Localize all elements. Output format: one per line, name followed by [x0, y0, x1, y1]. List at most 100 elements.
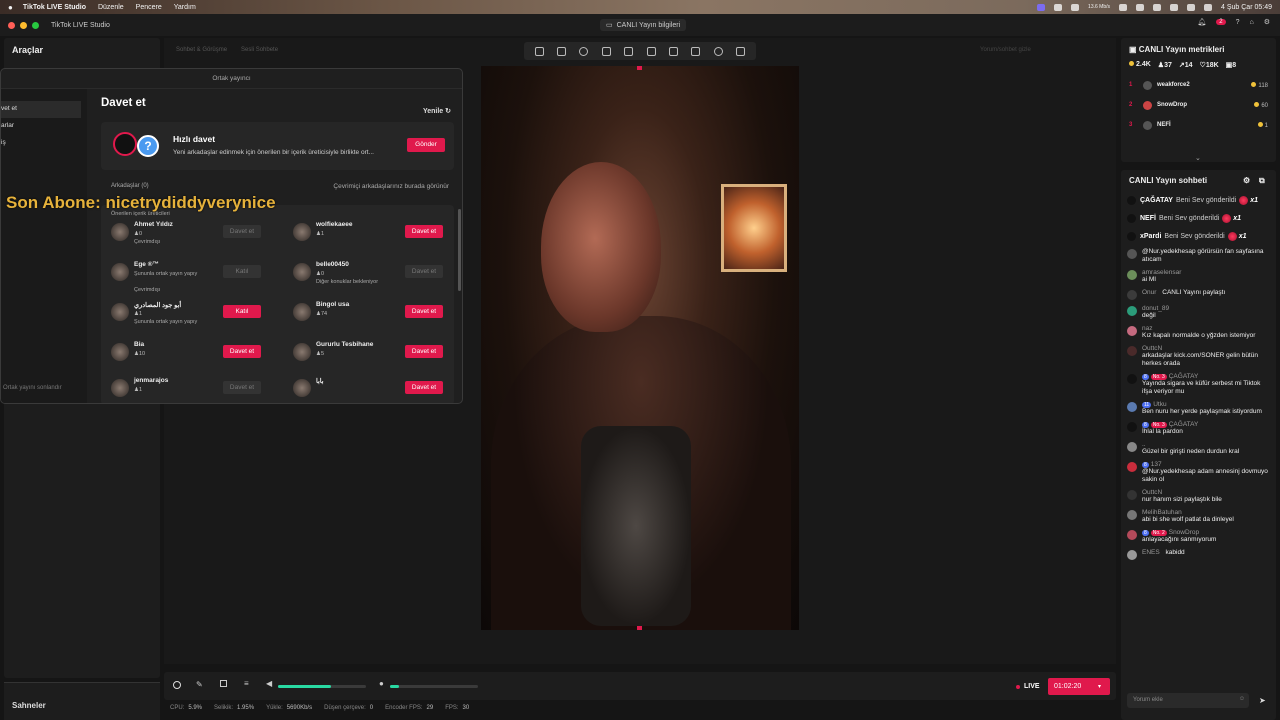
refresh-button[interactable]: Yenile ↻: [423, 107, 451, 115]
apple-icon[interactable]: ●: [8, 3, 13, 12]
menu-window[interactable]: Pencere: [136, 4, 162, 11]
invite-button[interactable]: Davet et: [223, 345, 261, 358]
tray-icon[interactable]: [1054, 3, 1063, 11]
invite-button[interactable]: Davet et: [405, 345, 443, 358]
avatar: [293, 263, 311, 281]
chat-message[interactable]: 8 137 @Nur.yedekhesap adam annesinj dovmu…: [1121, 458, 1276, 486]
align-bottom-icon[interactable]: [691, 46, 701, 56]
chat-message[interactable]: MelihBatuhan abi bi she wolf patlat da d…: [1121, 506, 1276, 526]
top-handle[interactable]: [637, 66, 642, 70]
rank-name: weakforce2: [1157, 82, 1190, 88]
chat-message[interactable]: 8 No. 2 SnowDrop anlayacağını sanmıyorum: [1121, 526, 1276, 546]
trash-icon[interactable]: [736, 46, 746, 56]
wifi-icon[interactable]: [1170, 3, 1179, 11]
control-center-icon[interactable]: [1204, 3, 1213, 11]
send-button[interactable]: Gönder: [407, 138, 445, 152]
mixer-icon[interactable]: ≡: [244, 679, 249, 688]
settings-icon[interactable]: ⚙: [1264, 18, 1270, 26]
search-icon[interactable]: [1187, 3, 1196, 11]
end-cohost-button[interactable]: Ortak yayını sonlandır: [3, 385, 62, 391]
undo-icon[interactable]: [713, 46, 723, 56]
bell-icon[interactable]: 🔔︎: [1197, 18, 1206, 26]
invite-button[interactable]: Davet et: [405, 265, 443, 278]
rank-points: 60: [1254, 101, 1268, 109]
copy-icon[interactable]: [624, 46, 634, 56]
minimize-window-button[interactable]: [20, 21, 27, 29]
menu-help[interactable]: Yardım: [174, 4, 196, 11]
expand-icon[interactable]: [534, 46, 544, 56]
center-icon[interactable]: [579, 46, 589, 56]
chat-user-row: naz: [1142, 325, 1255, 332]
chat-settings-icon[interactable]: ⚙: [1243, 176, 1250, 185]
chat-message[interactable]: 11 Utku Ben nuru her yerde paylaşmak isti…: [1121, 398, 1276, 418]
join-button[interactable]: Katıl: [223, 265, 261, 278]
mic-slider[interactable]: [390, 685, 478, 688]
ranking-row[interactable]: 3 NEFİ 1: [1121, 115, 1276, 135]
creator-name: Bingol usa: [316, 301, 350, 308]
close-window-button[interactable]: [8, 21, 15, 29]
chat-text: nur hanım sizi paylaştık bile: [1142, 496, 1222, 503]
join-button[interactable]: Katıl: [223, 305, 261, 318]
live-info-button[interactable]: ▭ CANLI Yayın bilgileri: [600, 19, 687, 31]
invite-button[interactable]: Davet et: [223, 225, 261, 238]
bluetooth-icon[interactable]: [1136, 3, 1145, 11]
chat-message[interactable]: OuttcN arkadaşlar kick.com/SONER gelin b…: [1121, 342, 1276, 370]
record-icon[interactable]: [173, 681, 181, 689]
chat-message[interactable]: 8 No. 3 ÇAĞATAY İhlal la pardon: [1121, 418, 1276, 438]
crop-icon[interactable]: [601, 46, 611, 56]
layers-icon[interactable]: [220, 680, 227, 687]
nav-settings[interactable]: iş: [1, 135, 87, 152]
fit-icon[interactable]: [557, 46, 567, 56]
creator-followers: ♟1: [134, 387, 142, 393]
moon-icon[interactable]: [1119, 3, 1128, 11]
help-icon[interactable]: ?: [1236, 19, 1240, 26]
invite-button[interactable]: Davet et: [405, 381, 443, 394]
chat-message[interactable]: ENES kabidd: [1121, 546, 1276, 562]
menu-app[interactable]: TikTok LIVE Studio: [23, 4, 86, 11]
gift-row: xPardi Beni Sev gönderildi x1: [1121, 227, 1276, 245]
mic-icon[interactable]: ●: [379, 679, 384, 688]
align-top-icon[interactable]: [669, 46, 679, 56]
invite-button[interactable]: Davet et: [223, 381, 261, 394]
chat-message[interactable]: Onur CANLI Yayını paylaştı: [1121, 286, 1276, 302]
ranking-row[interactable]: 1 weakforce2 118: [1121, 75, 1276, 95]
chat-message[interactable]: @Nur.yedekhesap görürsün fan sayfasına a…: [1121, 245, 1276, 266]
creator-item: wolfiekaeee ♟1 Davet et: [293, 221, 462, 255]
nav-invite[interactable]: vet et: [1, 101, 81, 118]
chat-message[interactable]: OuttcN nur hanım sizi paylaştık bile: [1121, 486, 1276, 506]
flip-icon[interactable]: [646, 46, 656, 56]
chat-message[interactable]: .. Güzel bir girişti neden durdun kral: [1121, 438, 1276, 458]
emoji-icon[interactable]: ☺: [1239, 696, 1245, 702]
chevron-down-icon[interactable]: ⌄: [1195, 154, 1201, 162]
network-icon[interactable]: [1071, 3, 1080, 11]
invite-button[interactable]: Davet et: [405, 225, 443, 238]
dropdown-icon[interactable]: ▾: [1098, 683, 1101, 690]
popout-icon[interactable]: ⧉: [1259, 176, 1265, 186]
gift-user: xPardi: [1140, 232, 1162, 240]
send-icon[interactable]: ➤: [1259, 696, 1266, 705]
invite-button[interactable]: Davet et: [405, 305, 443, 318]
bottom-handle[interactable]: [637, 626, 642, 630]
camera-preview[interactable]: [481, 66, 799, 630]
volume-slider[interactable]: [278, 685, 366, 688]
battery-icon[interactable]: [1153, 3, 1162, 11]
scenes-title[interactable]: Sahneler: [4, 682, 160, 720]
chat-message[interactable]: amraselensar ai MI: [1121, 266, 1276, 286]
end-live-button[interactable]: 01:02:20 ▾: [1048, 678, 1110, 695]
home-icon[interactable]: ⌂: [1249, 19, 1253, 26]
menu-edit[interactable]: Düzenle: [98, 4, 124, 11]
maximize-window-button[interactable]: [32, 21, 39, 29]
nav-friends[interactable]: arlar: [1, 118, 87, 135]
chat-message[interactable]: 8 No. 3 ÇAĞATAY Yayında sigara ve küfür se…: [1121, 370, 1276, 398]
avatar: [293, 343, 311, 361]
chat-input[interactable]: Yorum ekle ☺: [1127, 693, 1249, 708]
pen-icon[interactable]: ✎: [196, 680, 203, 689]
creator-status: Çevrimdışı: [134, 239, 161, 245]
chat-message[interactable]: donut_89 değil: [1121, 302, 1276, 322]
screen-record-icon[interactable]: [1037, 3, 1046, 11]
dialog-scrollbar[interactable]: [458, 209, 461, 291]
chat-text: kabidd: [1165, 549, 1185, 556]
speaker-icon[interactable]: ◀: [266, 679, 272, 688]
chat-message[interactable]: naz Kız kapalı normalde o yğzden istemiy…: [1121, 322, 1276, 342]
ranking-row[interactable]: 2 SnowDrop 60: [1121, 95, 1276, 115]
